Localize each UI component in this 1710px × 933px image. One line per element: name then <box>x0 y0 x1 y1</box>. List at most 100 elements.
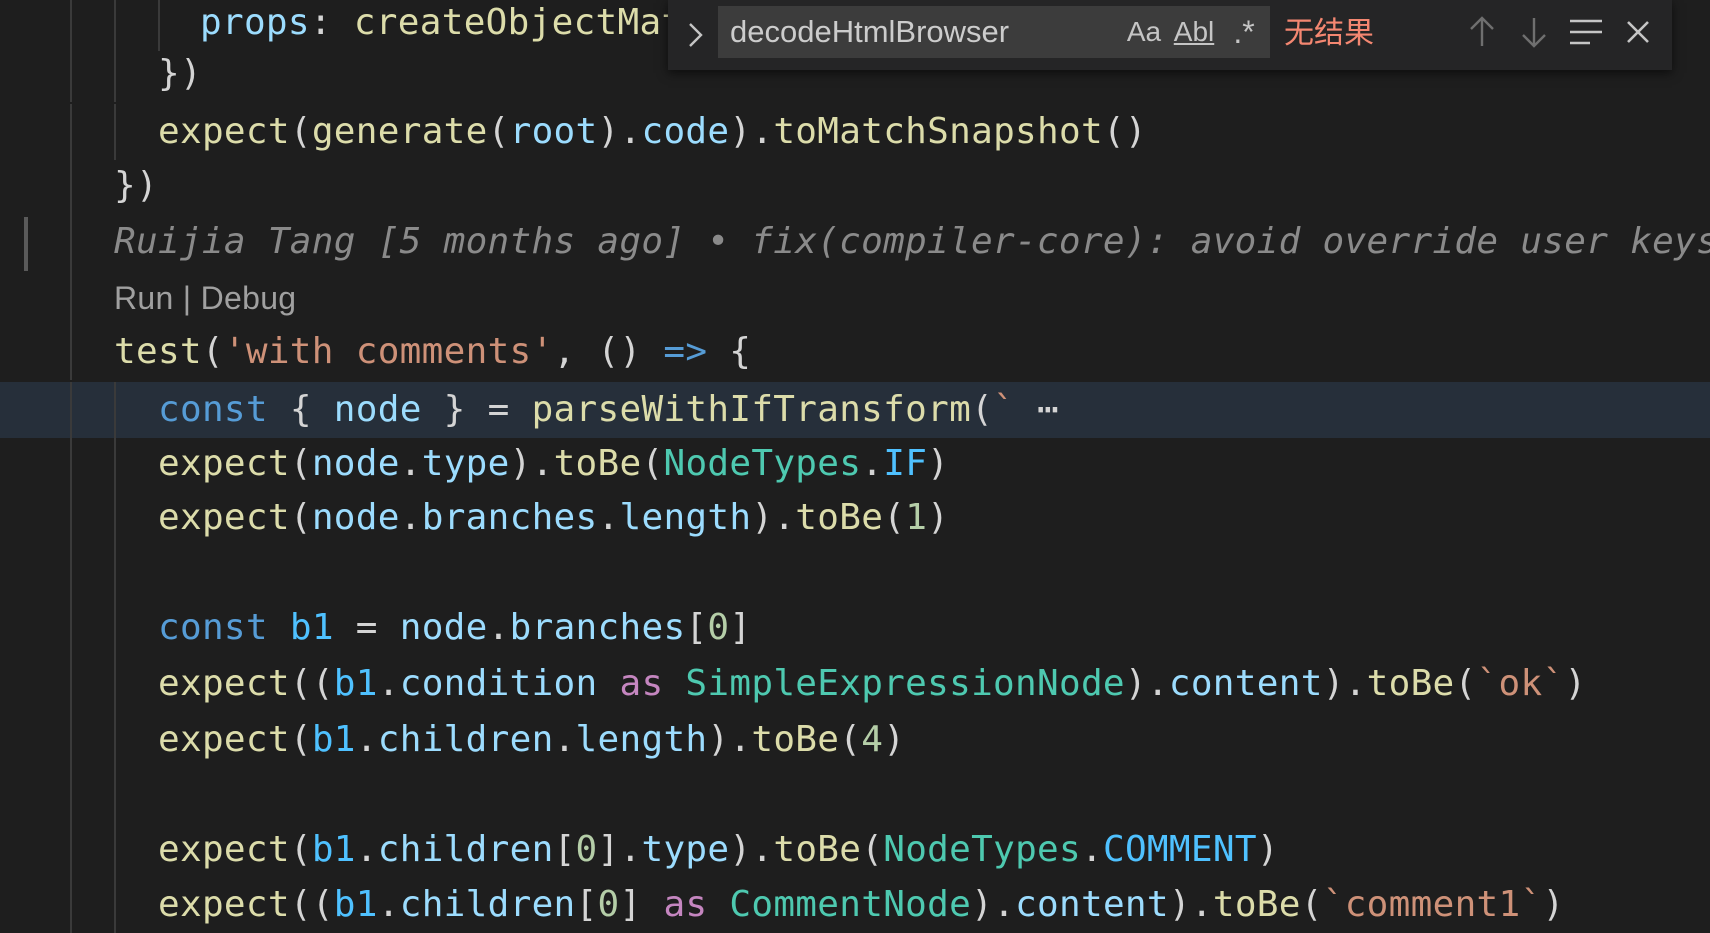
code-token: content <box>1015 884 1169 925</box>
code-token: . <box>355 719 378 760</box>
code-token: ) <box>883 719 906 760</box>
code-token: ( <box>201 331 224 372</box>
code-token: ]. <box>597 829 642 870</box>
code-token: ) <box>927 443 950 484</box>
indent-guide <box>70 104 72 160</box>
code-token: ). <box>597 111 642 152</box>
code-editor[interactable]: props: createObjectMat}) expect(generate(… <box>0 0 1710 933</box>
code-token: ). <box>707 719 752 760</box>
code-token: toBe <box>795 497 884 538</box>
code-token: Run | Debug <box>114 280 297 316</box>
code-token: SimpleExpressionNode <box>685 663 1125 704</box>
code-token: type <box>641 829 730 870</box>
codelens-run-debug[interactable]: Run | Debug <box>0 270 1710 326</box>
code-token: . <box>553 719 576 760</box>
code-token: . <box>399 443 422 484</box>
find-status-text: 无结果 <box>1284 17 1374 50</box>
code-token: b1 <box>289 607 334 648</box>
code-token: expect <box>158 111 290 152</box>
code-token: length <box>575 719 708 760</box>
indent-guide <box>70 46 72 102</box>
code-token: . <box>355 829 378 870</box>
indent-guide <box>70 712 72 768</box>
code-token: . <box>377 884 400 925</box>
code-line: expect(generate(root).code).toMatchSnaps… <box>0 104 1710 160</box>
code-token: toBe <box>1212 884 1301 925</box>
code-token: b1 <box>311 829 356 870</box>
code-line-text: }) <box>114 158 158 214</box>
code-line-text: expect(b1.children[0].type).toBe(NodeTyp… <box>158 822 1279 878</box>
toggle-replace-chevron-icon[interactable] <box>684 18 708 52</box>
match-whole-word-toggle[interactable]: Abl <box>1172 12 1216 52</box>
code-line: expect((b1.children[0] as CommentNode).c… <box>0 877 1710 933</box>
code-token: const <box>158 607 268 648</box>
code-token: b1 <box>333 884 378 925</box>
code-token: ` <box>993 389 1016 430</box>
code-token: }) <box>114 165 158 206</box>
code-token: children <box>377 719 554 760</box>
code-token: const <box>158 389 268 430</box>
indent-guide <box>114 822 116 878</box>
code-line-text: expect(generate(root).code).toMatchSnaps… <box>158 104 1147 160</box>
code-token: ( <box>861 829 884 870</box>
code-token: . <box>861 443 884 484</box>
indent-guide <box>70 877 72 933</box>
code-line: const b1 = node.branches[0] <box>0 600 1710 656</box>
code-token: toBe <box>553 443 642 484</box>
indent-guide <box>70 822 72 878</box>
code-line-text: const { node } = parseWithIfTransform(` … <box>158 382 1059 438</box>
code-token: condition <box>399 663 598 704</box>
code-token: ( <box>839 719 862 760</box>
code-token: . <box>1081 829 1103 870</box>
code-token: expect <box>158 443 290 484</box>
code-token: : <box>309 2 354 43</box>
code-token: . <box>377 663 400 704</box>
indent-guide <box>114 436 116 492</box>
indent-guide <box>70 324 72 380</box>
code-token: } = <box>421 389 532 430</box>
code-line-text: expect((b1.condition as SimpleExpression… <box>158 656 1586 712</box>
arrow-up-icon[interactable] <box>1462 12 1502 52</box>
code-token: ) <box>1564 663 1587 704</box>
code-token: ). <box>1124 663 1169 704</box>
code-token: ). <box>729 111 774 152</box>
code-line: expect(b1.children[0].type).toBe(NodeTyp… <box>0 822 1710 878</box>
code-token: props <box>200 2 310 43</box>
code-line-text: expect(node.branches.length).toBe(1) <box>158 490 949 546</box>
code-token: 0 <box>707 607 730 648</box>
indent-guide <box>70 490 72 546</box>
indent-guide <box>70 600 72 656</box>
code-token: node <box>311 443 400 484</box>
code-token: (( <box>289 663 334 704</box>
code-token: ( <box>487 111 510 152</box>
code-token: ( <box>289 111 312 152</box>
close-icon[interactable] <box>1618 12 1658 52</box>
find-in-selection-icon[interactable] <box>1566 12 1606 52</box>
arrow-down-icon[interactable] <box>1514 12 1554 52</box>
code-token: as <box>619 663 664 704</box>
use-regex-toggle[interactable]: .* <box>1224 12 1264 52</box>
code-token: type <box>421 443 510 484</box>
code-token: ( <box>289 443 312 484</box>
code-token: . <box>399 497 422 538</box>
code-line-text: expect((b1.children[0] as CommentNode).c… <box>158 877 1564 933</box>
code-line-text: }) <box>158 46 202 102</box>
code-token: ) <box>1542 884 1565 925</box>
indent-guide <box>70 436 72 492</box>
indent-guide <box>70 656 72 712</box>
match-case-toggle[interactable]: Aa <box>1122 12 1166 52</box>
code-token: [ <box>685 607 708 648</box>
code-line: expect(b1.children.length).toBe(4) <box>0 712 1710 768</box>
code-token: node <box>399 607 488 648</box>
code-token: ) <box>927 497 950 538</box>
code-token: 0 <box>575 829 598 870</box>
code-line-text: props: createObjectMat <box>200 0 683 51</box>
code-token: , () <box>553 331 664 372</box>
code-token: content <box>1168 663 1323 704</box>
code-line: test('with comments', () => { <box>0 324 1710 380</box>
code-token: ( <box>289 719 312 760</box>
code-token: (( <box>289 884 334 925</box>
